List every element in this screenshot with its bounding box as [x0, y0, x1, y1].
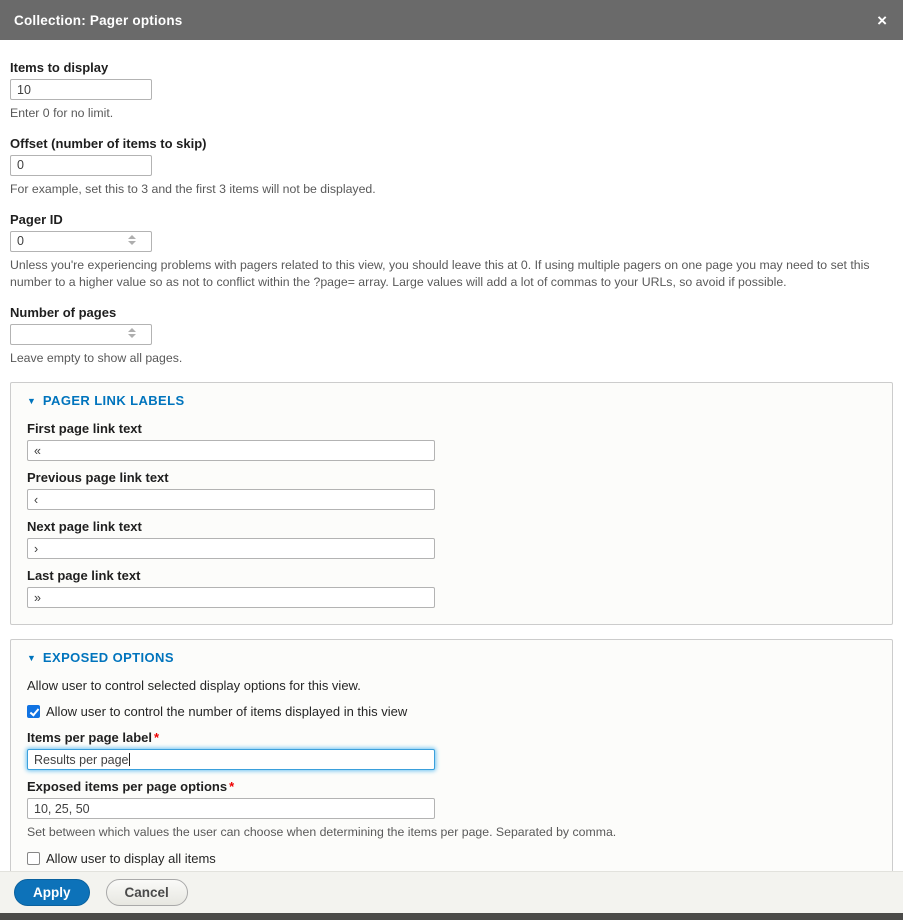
- field-pager-id: Pager ID Unless you're experiencing prob…: [10, 212, 893, 293]
- last-page-link-label: Last page link text: [27, 568, 876, 583]
- collapse-arrow-icon: ▼: [27, 653, 36, 663]
- checkbox-label: Allow user to control the number of item…: [46, 704, 407, 719]
- fieldset-pager-link-labels: ▼ PAGER LINK LABELS First page link text…: [10, 382, 893, 625]
- field-previous-page-link-text: Previous page link text: [27, 470, 876, 510]
- field-items-to-display: Items to display Enter 0 for no limit.: [10, 60, 893, 123]
- exposed-options-intro: Allow user to control selected display o…: [27, 678, 876, 693]
- apply-button[interactable]: Apply: [14, 879, 90, 906]
- exposed-items-options-label: Exposed items per page options*: [27, 779, 876, 794]
- legend-text: EXPOSED OPTIONS: [43, 650, 174, 665]
- offset-label: Offset (number of items to skip): [10, 136, 893, 151]
- page-bottom-bar: [0, 913, 903, 920]
- number-spinner-icon[interactable]: [128, 235, 136, 245]
- exposed-items-options-input[interactable]: [27, 798, 435, 819]
- legend-text: PAGER LINK LABELS: [43, 393, 185, 408]
- items-per-page-input[interactable]: Results per page: [27, 749, 435, 770]
- number-of-pages-label: Number of pages: [10, 305, 893, 320]
- field-next-page-link-text: Next page link text: [27, 519, 876, 559]
- next-page-link-label: Next page link text: [27, 519, 876, 534]
- checkbox-label: Allow user to display all items: [46, 851, 216, 866]
- number-spinner-icon[interactable]: [128, 328, 136, 338]
- next-page-link-input[interactable]: [27, 538, 435, 559]
- dialog-footer: Apply Cancel: [0, 871, 903, 913]
- dialog-title: Collection: Pager options: [14, 13, 183, 28]
- items-to-display-description: Enter 0 for no limit.: [10, 105, 893, 123]
- dialog-body: Items to display Enter 0 for no limit. O…: [0, 40, 903, 920]
- field-first-page-link-text: First page link text: [27, 421, 876, 461]
- offset-input[interactable]: [10, 155, 152, 176]
- pager-id-description: Unless you're experiencing problems with…: [10, 257, 893, 293]
- last-page-link-input[interactable]: [27, 587, 435, 608]
- pager-link-labels-legend[interactable]: ▼ PAGER LINK LABELS: [27, 393, 876, 408]
- first-page-link-input[interactable]: [27, 440, 435, 461]
- pager-id-label: Pager ID: [10, 212, 893, 227]
- checkbox-display-all[interactable]: [27, 852, 40, 865]
- text-caret: [129, 753, 130, 766]
- collapse-arrow-icon: ▼: [27, 396, 36, 406]
- previous-page-link-input[interactable]: [27, 489, 435, 510]
- cancel-button[interactable]: Cancel: [106, 879, 188, 906]
- items-to-display-input[interactable]: [10, 79, 152, 100]
- checkbox-control-items[interactable]: [27, 705, 40, 718]
- exposed-items-options-description: Set between which values the user can ch…: [27, 824, 876, 842]
- dialog-header: Collection: Pager options ×: [0, 0, 903, 40]
- exposed-options-legend[interactable]: ▼ EXPOSED OPTIONS: [27, 650, 876, 665]
- field-number-of-pages: Number of pages Leave empty to show all …: [10, 305, 893, 368]
- previous-page-link-label: Previous page link text: [27, 470, 876, 485]
- required-asterisk: *: [229, 779, 234, 794]
- items-per-page-label: Items per page label*: [27, 730, 876, 745]
- offset-description: For example, set this to 3 and the first…: [10, 181, 893, 199]
- field-items-per-page-label: Items per page label* Results per page: [27, 730, 876, 770]
- close-icon[interactable]: ×: [877, 12, 887, 29]
- checkbox-row-control-items[interactable]: Allow user to control the number of item…: [27, 704, 876, 719]
- number-of-pages-description: Leave empty to show all pages.: [10, 350, 893, 368]
- field-exposed-items-options: Exposed items per page options* Set betw…: [27, 779, 876, 842]
- field-last-page-link-text: Last page link text: [27, 568, 876, 608]
- required-asterisk: *: [154, 730, 159, 745]
- items-to-display-label: Items to display: [10, 60, 893, 75]
- first-page-link-label: First page link text: [27, 421, 876, 436]
- checkbox-row-display-all[interactable]: Allow user to display all items: [27, 851, 876, 866]
- field-offset: Offset (number of items to skip) For exa…: [10, 136, 893, 199]
